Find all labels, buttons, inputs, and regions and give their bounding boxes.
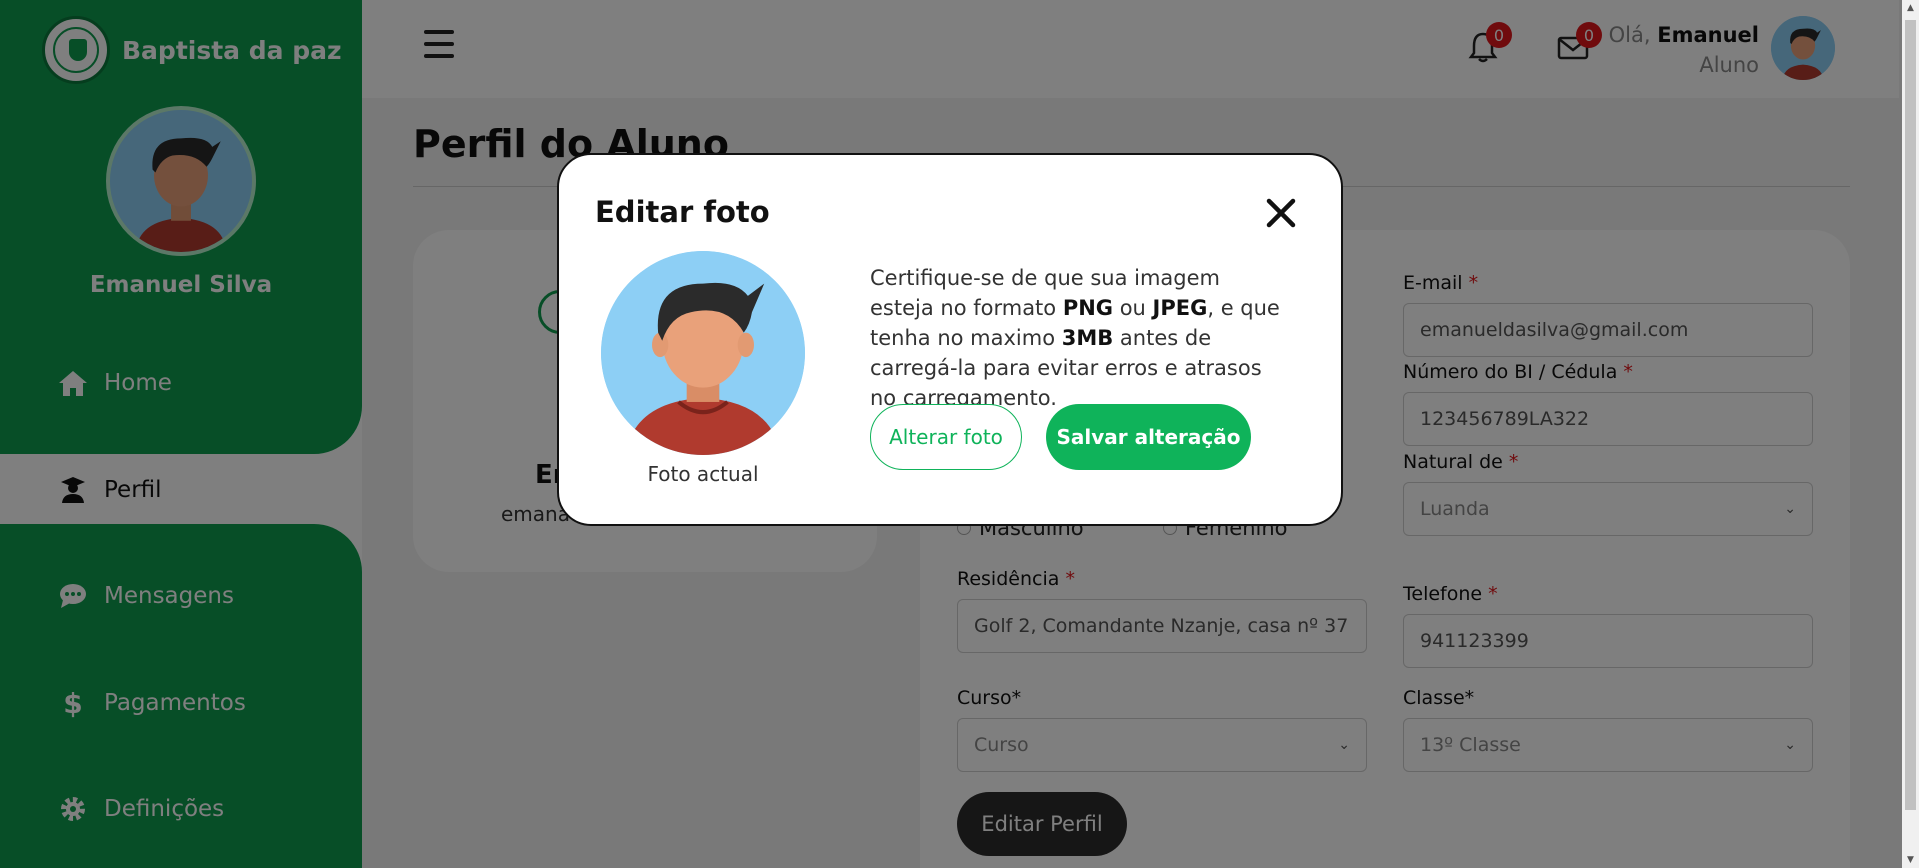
current-photo-caption: Foto actual [647, 462, 759, 486]
scrollbar[interactable]: ▲ ▼ [1902, 0, 1919, 868]
edit-photo-modal: Editar foto Foto actual Certifique-se de… [557, 153, 1343, 526]
save-changes-button[interactable]: Salvar alteração [1046, 404, 1251, 470]
current-photo [601, 251, 805, 455]
scroll-thumb[interactable] [1905, 20, 1916, 810]
modal-instructions: Certifique-se de que sua imagem esteja n… [870, 266, 1280, 410]
modal-title: Editar foto [595, 195, 770, 229]
change-photo-button[interactable]: Alterar foto [870, 404, 1022, 470]
close-icon[interactable] [1263, 195, 1299, 231]
scroll-up-icon[interactable]: ▲ [1902, 0, 1919, 16]
scroll-down-icon[interactable]: ▼ [1902, 852, 1919, 868]
